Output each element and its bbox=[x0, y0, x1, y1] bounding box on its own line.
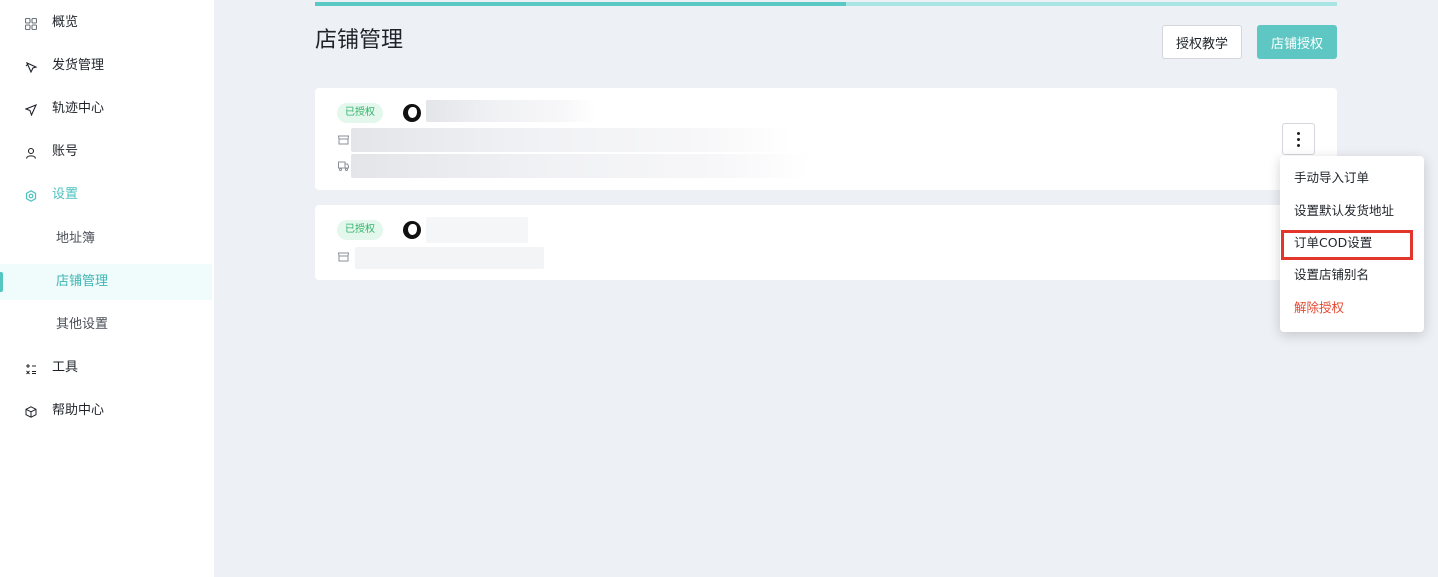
sidebar-item-overview[interactable]: 概览 bbox=[0, 5, 212, 41]
redacted-store-name bbox=[426, 217, 528, 243]
authorize-store-button[interactable]: 店铺授权 bbox=[1257, 25, 1337, 59]
sidebar-item-label: 账号 bbox=[52, 144, 79, 159]
active-indicator bbox=[0, 272, 3, 292]
user-icon bbox=[24, 146, 38, 160]
menu-item-import-orders[interactable]: 手动导入订单 bbox=[1280, 163, 1424, 193]
sidebar-item-tracking[interactable]: 轨迹中心 bbox=[0, 91, 212, 127]
sidebar-item-settings[interactable]: 设置 bbox=[0, 177, 212, 213]
menu-item-default-address[interactable]: 设置默认发货地址 bbox=[1280, 196, 1424, 226]
sidebar-item-label: 发货管理 bbox=[52, 58, 105, 73]
redacted-store-info bbox=[351, 128, 791, 152]
redacted-shipping-info bbox=[351, 154, 811, 178]
sidebar-item-label: 概览 bbox=[52, 15, 79, 30]
shipping-icon bbox=[337, 160, 349, 172]
grid-icon bbox=[24, 17, 38, 31]
platform-avatar bbox=[403, 104, 421, 122]
store-icon bbox=[337, 134, 349, 146]
sidebar: 概览 发货管理 轨迹中心 账号 设置 地址簿 店铺管理 其他设置 工具 帮助中心 bbox=[0, 0, 214, 577]
store-card: 已授权 bbox=[315, 88, 1337, 190]
sidebar-item-shipping[interactable]: 发货管理 bbox=[0, 48, 212, 84]
settings-icon bbox=[24, 189, 38, 203]
sidebar-item-address-book[interactable]: 地址簿 bbox=[0, 221, 212, 257]
sidebar-item-label: 轨迹中心 bbox=[52, 101, 105, 116]
sidebar-item-label: 其他设置 bbox=[56, 317, 109, 332]
store-icon bbox=[337, 251, 349, 263]
more-actions-button[interactable] bbox=[1282, 123, 1315, 155]
progress-bar bbox=[315, 2, 1337, 6]
sidebar-item-label: 设置 bbox=[52, 187, 79, 202]
status-badge: 已授权 bbox=[337, 220, 383, 240]
highlight-annotation bbox=[1281, 230, 1413, 260]
sidebar-item-help-center[interactable]: 帮助中心 bbox=[0, 393, 212, 429]
truck-icon bbox=[24, 60, 38, 74]
calculator-icon bbox=[24, 362, 38, 376]
page-title: 店铺管理 bbox=[315, 28, 404, 53]
box-icon bbox=[24, 405, 38, 419]
sidebar-item-tools[interactable]: 工具 bbox=[0, 350, 212, 386]
redacted-store-info bbox=[355, 247, 544, 269]
sidebar-item-label: 地址簿 bbox=[56, 231, 96, 246]
sidebar-item-label: 店铺管理 bbox=[56, 274, 109, 289]
send-icon bbox=[24, 103, 38, 117]
redacted-store-name bbox=[426, 100, 596, 122]
sidebar-item-label: 帮助中心 bbox=[52, 403, 105, 418]
more-dot bbox=[1297, 143, 1300, 147]
status-badge: 已授权 bbox=[337, 103, 383, 123]
progress-fill bbox=[315, 2, 847, 6]
sidebar-item-label: 工具 bbox=[52, 360, 79, 375]
platform-avatar bbox=[403, 221, 421, 239]
sidebar-item-store-management[interactable]: 店铺管理 bbox=[0, 264, 212, 300]
menu-item-revoke-authorization[interactable]: 解除授权 bbox=[1280, 293, 1424, 323]
sidebar-item-account[interactable]: 账号 bbox=[0, 134, 212, 170]
store-card: 已授权 bbox=[315, 205, 1337, 280]
more-dot bbox=[1297, 137, 1300, 141]
tutorial-button[interactable]: 授权教学 bbox=[1162, 25, 1242, 59]
sidebar-item-other-settings[interactable]: 其他设置 bbox=[0, 307, 212, 343]
more-dot bbox=[1297, 131, 1300, 135]
menu-item-store-alias[interactable]: 设置店铺别名 bbox=[1280, 260, 1424, 290]
